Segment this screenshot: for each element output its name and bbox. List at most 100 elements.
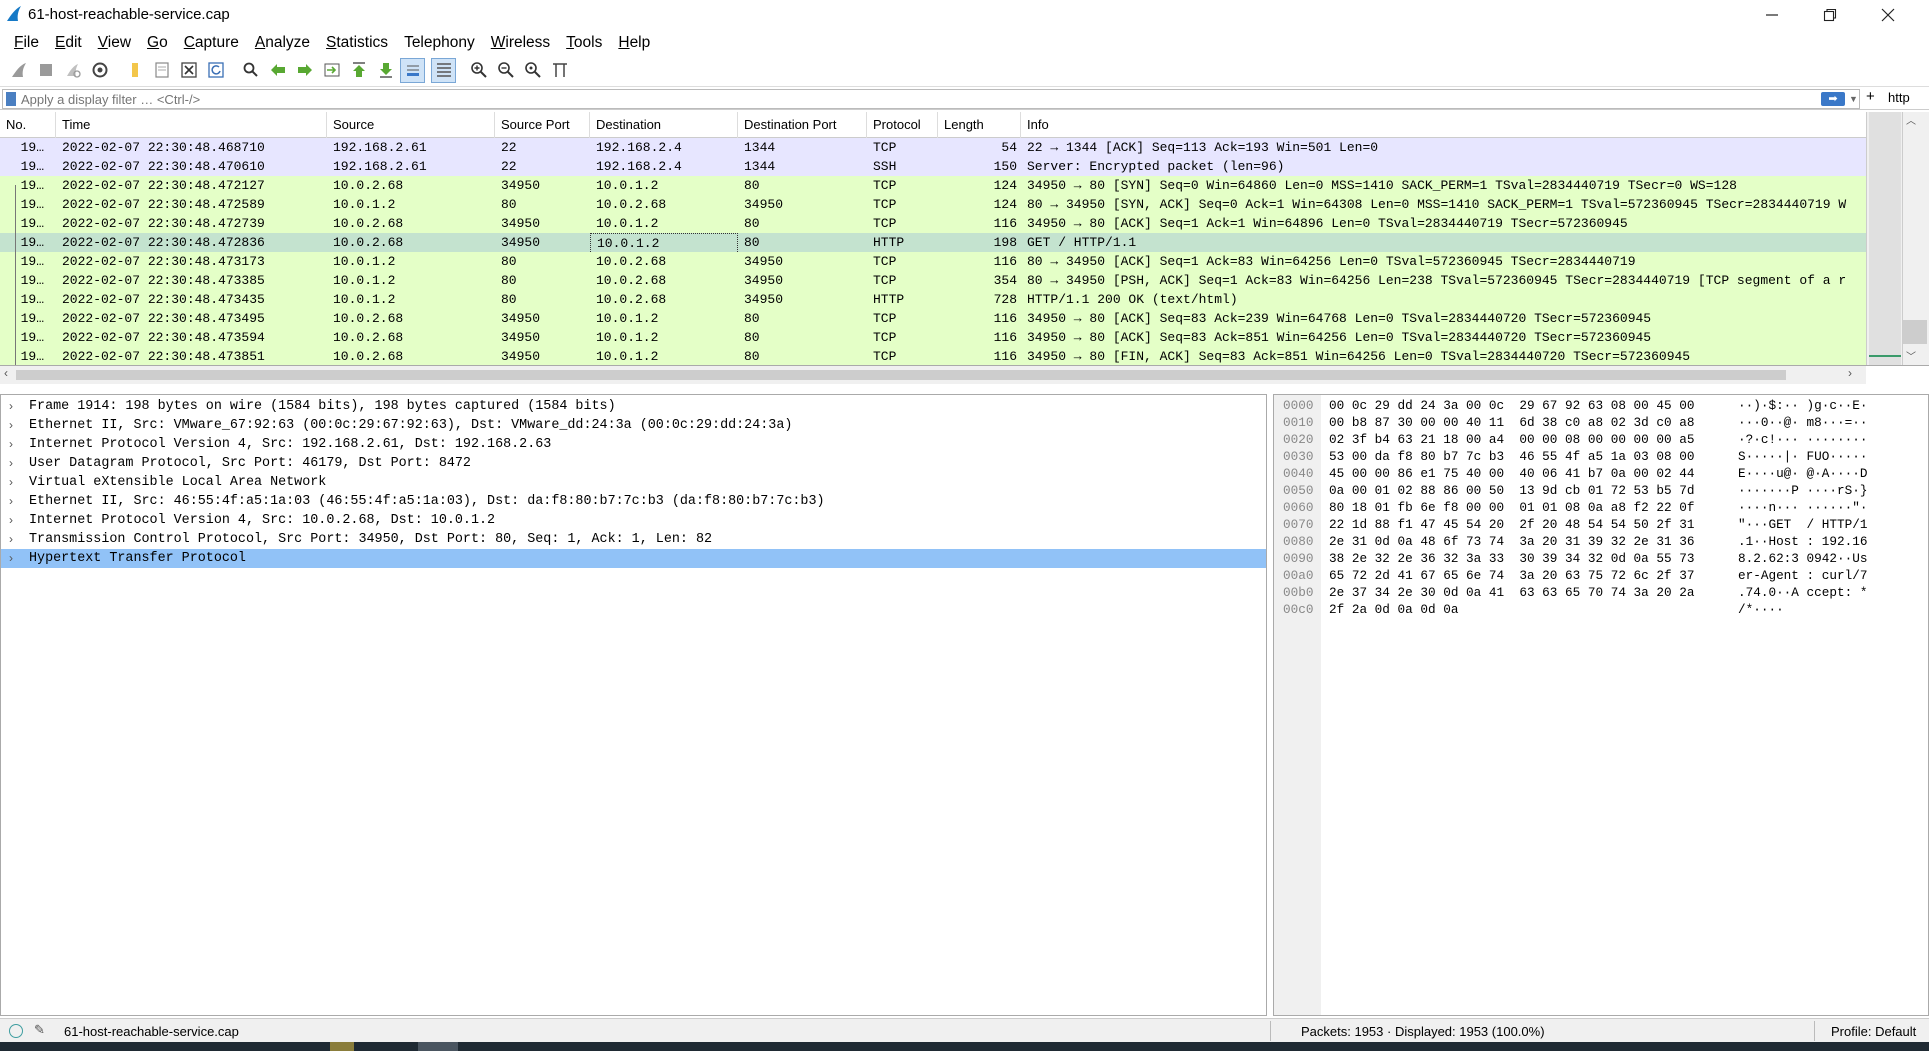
hex-row[interactable]: 0050 0a 00 01 02 88 86 00 50 13 9d cb 01 … bbox=[1274, 482, 1928, 499]
status-profile[interactable]: Profile: Default bbox=[1831, 1024, 1916, 1039]
chevron-right-icon[interactable]: › bbox=[9, 397, 13, 416]
packet-row[interactable]: 19… 2022-02-07 22:30:48.472127 10.0.2.68 34… bbox=[0, 176, 1866, 195]
packet-row[interactable]: 19… 2022-02-07 22:30:48.473851 10.0.2.68 34… bbox=[0, 347, 1866, 365]
menu-analyze[interactable]: Analyze bbox=[247, 34, 318, 52]
detail-tree-item[interactable]: › Frame 1914: 198 bytes on wire (1584 bit… bbox=[1, 397, 1266, 416]
save-file-button[interactable] bbox=[149, 58, 174, 83]
chevron-right-icon[interactable]: › bbox=[1848, 366, 1852, 380]
packet-row[interactable]: 19… 2022-02-07 22:30:48.473173 10.0.1.2 80 1… bbox=[0, 252, 1866, 271]
minimize-button[interactable] bbox=[1743, 0, 1801, 30]
packet-list-hscrollbar[interactable]: ‹ › bbox=[0, 366, 1866, 384]
scroll-thumb[interactable] bbox=[1903, 320, 1927, 344]
packet-row[interactable]: 19… 2022-02-07 22:30:48.468710 192.168.2.6… bbox=[0, 138, 1866, 157]
chevron-right-icon[interactable]: › bbox=[9, 511, 13, 530]
menu-go[interactable]: Go bbox=[139, 34, 176, 52]
last-packet-button[interactable] bbox=[373, 58, 398, 83]
packet-row[interactable]: 19… 2022-02-07 22:30:48.473385 10.0.1.2 80 1… bbox=[0, 271, 1866, 290]
chevron-right-icon[interactable]: › bbox=[9, 435, 13, 454]
hex-row[interactable]: 0000 00 0c 29 dd 24 3a 00 0c 29 67 92 63 … bbox=[1274, 397, 1928, 414]
zoom-out-button[interactable] bbox=[493, 58, 518, 83]
chevron-down-icon[interactable]: ▼ bbox=[1849, 94, 1858, 104]
hex-row[interactable]: 0090 38 2e 32 2e 36 32 3a 33 30 39 34 32 … bbox=[1274, 550, 1928, 567]
zoom-in-button[interactable] bbox=[466, 58, 491, 83]
packet-row[interactable]: 19… 2022-02-07 22:30:48.470610 192.168.2.6… bbox=[0, 157, 1866, 176]
hscroll-thumb[interactable] bbox=[16, 370, 1786, 380]
menu-capture[interactable]: Capture bbox=[176, 34, 247, 52]
hex-row[interactable]: 00b0 2e 37 34 2e 30 0d 0a 41 63 63 65 70 … bbox=[1274, 584, 1928, 601]
close-file-button[interactable] bbox=[176, 58, 201, 83]
resize-columns-button[interactable] bbox=[547, 58, 572, 83]
detail-tree-item[interactable]: › Ethernet II, Src: VMware_67:92:63 (00:0… bbox=[1, 416, 1266, 435]
chevron-right-icon[interactable]: › bbox=[9, 549, 13, 568]
packet-row[interactable]: 19… 2022-02-07 22:30:48.472589 10.0.1.2 80 1… bbox=[0, 195, 1866, 214]
detail-tree-item[interactable]: › Internet Protocol Version 4, Src: 10.0.… bbox=[1, 511, 1266, 530]
filter-button-http[interactable]: http bbox=[1888, 90, 1910, 105]
chevron-right-icon[interactable]: › bbox=[9, 416, 13, 435]
hex-row[interactable]: 00a0 65 72 2d 41 67 65 6e 74 3a 20 63 75 … bbox=[1274, 567, 1928, 584]
go-to-packet-button[interactable] bbox=[319, 58, 344, 83]
first-packet-button[interactable] bbox=[346, 58, 371, 83]
column-destination[interactable]: Destination bbox=[590, 112, 738, 138]
open-file-button[interactable] bbox=[122, 58, 147, 83]
detail-tree-item[interactable]: › Virtual eXtensible Local Area Network bbox=[1, 473, 1266, 492]
go-back-button[interactable] bbox=[265, 58, 290, 83]
menu-tools[interactable]: Tools bbox=[558, 34, 610, 52]
menu-edit[interactable]: Edit bbox=[47, 34, 90, 52]
menu-help[interactable]: Help bbox=[610, 34, 658, 52]
hex-row[interactable]: 0020 02 3f b4 63 21 18 00 a4 00 00 08 00 … bbox=[1274, 431, 1928, 448]
close-button[interactable] bbox=[1859, 0, 1917, 30]
find-packet-button[interactable] bbox=[238, 58, 263, 83]
go-forward-button[interactable] bbox=[292, 58, 317, 83]
apply-filter-button[interactable]: ➡ bbox=[1821, 92, 1845, 106]
menu-statistics[interactable]: Statistics bbox=[318, 34, 396, 52]
zoom-reset-button[interactable] bbox=[520, 58, 545, 83]
menu-file[interactable]: File bbox=[6, 34, 47, 52]
chevron-right-icon[interactable]: › bbox=[9, 473, 13, 492]
expert-info-icon[interactable] bbox=[9, 1024, 23, 1038]
column-destination-port[interactable]: Destination Port bbox=[738, 112, 867, 138]
bookmark-icon[interactable] bbox=[6, 92, 16, 106]
chevron-left-icon[interactable]: ‹ bbox=[4, 366, 8, 380]
restore-button[interactable] bbox=[1801, 0, 1859, 30]
packet-row[interactable]: 19… 2022-02-07 22:30:48.472739 10.0.2.68 34… bbox=[0, 214, 1866, 233]
detail-tree-item[interactable]: › Hypertext Transfer Protocol bbox=[1, 549, 1266, 568]
column-source[interactable]: Source bbox=[327, 112, 495, 138]
reload-file-button[interactable] bbox=[203, 58, 228, 83]
menu-view[interactable]: View bbox=[90, 34, 139, 52]
detail-tree-item[interactable]: › Internet Protocol Version 4, Src: 192.1… bbox=[1, 435, 1266, 454]
packet-row[interactable]: 19… 2022-02-07 22:30:48.472836 10.0.2.68 34… bbox=[0, 233, 1866, 254]
packet-row[interactable]: 19… 2022-02-07 22:30:48.473435 10.0.1.2 80 1… bbox=[0, 290, 1866, 309]
capture-options-button[interactable] bbox=[87, 58, 112, 83]
packet-row[interactable]: 19… 2022-02-07 22:30:48.473495 10.0.2.68 34… bbox=[0, 309, 1866, 328]
hex-row[interactable]: 0010 00 b8 87 30 00 00 40 11 6d 38 c0 a8 … bbox=[1274, 414, 1928, 431]
add-filter-button[interactable]: + bbox=[1866, 88, 1875, 105]
packet-row[interactable]: 19… 2022-02-07 22:30:48.473594 10.0.2.68 34… bbox=[0, 328, 1866, 347]
stop-capture-button[interactable] bbox=[33, 58, 58, 83]
column-time[interactable]: Time bbox=[56, 112, 327, 138]
column-info[interactable]: Info bbox=[1021, 112, 1866, 138]
chevron-right-icon[interactable]: › bbox=[9, 454, 13, 473]
column-length[interactable]: Length bbox=[938, 112, 1021, 138]
column-source-port[interactable]: Source Port bbox=[495, 112, 590, 138]
chevron-down-icon[interactable]: ﹀ bbox=[1906, 348, 1916, 363]
display-filter-input[interactable] bbox=[21, 91, 1801, 107]
chevron-right-icon[interactable]: › bbox=[9, 492, 13, 511]
chevron-right-icon[interactable]: › bbox=[9, 530, 13, 549]
chevron-up-icon[interactable]: ︿ bbox=[1906, 112, 1916, 127]
colorize-button[interactable] bbox=[431, 57, 456, 83]
column-no[interactable]: No. bbox=[0, 112, 56, 138]
autoscroll-button[interactable] bbox=[400, 57, 425, 83]
column-protocol[interactable]: Protocol bbox=[867, 112, 938, 138]
menu-wireless[interactable]: Wireless bbox=[483, 34, 558, 52]
hex-row[interactable]: 0070 22 1d 88 f1 47 45 54 20 2f 20 48 54 … bbox=[1274, 516, 1928, 533]
hex-row[interactable]: 0030 53 00 da f8 80 b7 7c b3 46 55 4f a5 … bbox=[1274, 448, 1928, 465]
hex-row[interactable]: 0040 45 00 00 86 e1 75 40 00 40 06 41 b7 … bbox=[1274, 465, 1928, 482]
hex-row[interactable]: 0060 80 18 01 fb 6e f8 00 00 01 01 08 0a … bbox=[1274, 499, 1928, 516]
restart-capture-button[interactable] bbox=[60, 58, 85, 83]
detail-tree-item[interactable]: › Ethernet II, Src: 46:55:4f:a5:1a:03 (46… bbox=[1, 492, 1266, 511]
hex-row[interactable]: 0080 2e 31 0d 0a 48 6f 73 74 3a 20 31 39 … bbox=[1274, 533, 1928, 550]
edit-comment-icon[interactable]: ✎ bbox=[34, 1022, 45, 1038]
start-capture-button[interactable] bbox=[6, 58, 31, 83]
detail-tree-item[interactable]: › User Datagram Protocol, Src Port: 46179… bbox=[1, 454, 1266, 473]
hex-row[interactable]: 00c0 2f 2a 0d 0a 0d 0a /*···· bbox=[1274, 601, 1928, 618]
